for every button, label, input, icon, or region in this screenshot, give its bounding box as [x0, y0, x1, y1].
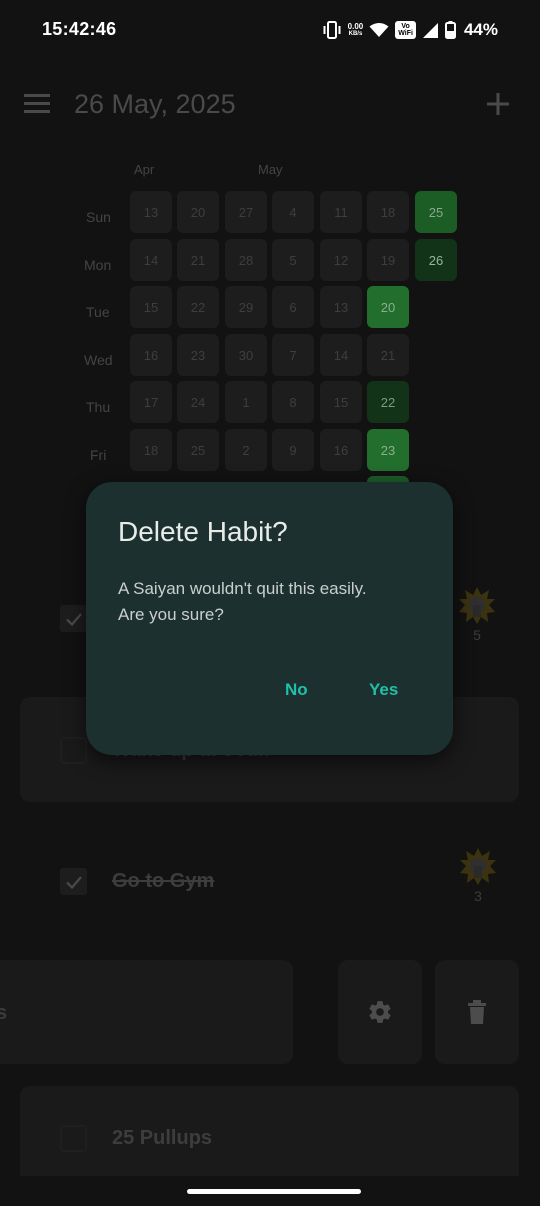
habit-label: Go to Gym	[112, 870, 215, 892]
heatmap-cell[interactable]: 14	[130, 239, 172, 281]
dialog-message: A Saiyan wouldn't quit this easily. Are …	[118, 576, 428, 628]
streak-count: 3	[474, 888, 482, 904]
streak-indicator: 5	[457, 585, 497, 643]
heatmap-cell[interactable]: 16	[320, 429, 362, 471]
heatmap-cell-done[interactable]: 25	[415, 191, 457, 233]
habit-checkbox[interactable]	[60, 737, 87, 764]
heatmap-cell[interactable]: 22	[177, 286, 219, 328]
heatmap-cell[interactable]: 23	[177, 334, 219, 376]
menu-icon[interactable]	[24, 93, 50, 115]
vowifi-bottom: WiFi	[398, 30, 413, 37]
wifi-icon	[369, 23, 389, 37]
vibrate-icon	[323, 21, 341, 39]
dialog-message-line: A Saiyan wouldn't quit this easily.	[118, 579, 367, 598]
gesture-nav-handle[interactable]	[187, 1189, 361, 1194]
super-saiyan-icon	[460, 848, 496, 885]
super-saiyan-icon	[459, 587, 495, 624]
habit-label: s	[0, 1002, 8, 1024]
heatmap-cell[interactable]: 6	[272, 286, 314, 328]
delete-habit-dialog: Delete Habit? A Saiyan wouldn't quit thi…	[86, 482, 453, 755]
signal-icon	[422, 22, 438, 38]
day-label: Thu	[86, 399, 111, 415]
heatmap-cell-done[interactable]: 22	[367, 381, 409, 423]
app-screen: 15:42:46 0.00 KB/s Vo WiFi 44% 26 May, 2…	[0, 0, 540, 1206]
heatmap-cell[interactable]: 17	[130, 381, 172, 423]
heatmap-cell[interactable]: 16	[130, 334, 172, 376]
habit-label: 25 Pullups	[112, 1127, 213, 1149]
check-icon	[65, 612, 82, 626]
heatmap-cell-today[interactable]: 26	[415, 239, 457, 281]
heatmap-cell[interactable]: 15	[320, 381, 362, 423]
battery-percent: 44%	[463, 20, 498, 39]
page-title: 26 May, 2025	[74, 89, 236, 119]
heatmap-cell[interactable]: 7	[272, 334, 314, 376]
habit-checkbox[interactable]	[60, 1125, 87, 1152]
day-label: Tue	[86, 304, 110, 320]
net-speed: 0.00 KB/s	[348, 22, 364, 38]
heatmap-cell[interactable]: 18	[130, 429, 172, 471]
heatmap-cell[interactable]: 27	[225, 191, 267, 233]
heatmap-cell[interactable]: 5	[272, 239, 314, 281]
yes-button[interactable]: Yes	[369, 680, 398, 700]
battery-icon	[444, 21, 456, 39]
add-icon[interactable]	[486, 92, 510, 116]
heatmap-cell[interactable]: 21	[177, 239, 219, 281]
heatmap-cell[interactable]: 14	[320, 334, 362, 376]
day-label: Mon	[84, 257, 112, 273]
heatmap-cell[interactable]: 13	[320, 286, 362, 328]
heatmap-cell[interactable]: 11	[320, 191, 362, 233]
habit-checkbox[interactable]	[60, 605, 87, 632]
streak-count: 5	[473, 627, 481, 643]
heatmap-cell[interactable]: 24	[177, 381, 219, 423]
heatmap-cell-done[interactable]: 23	[367, 429, 409, 471]
heatmap-cell[interactable]: 2	[225, 429, 267, 471]
status-bar: 15:42:46 0.00 KB/s Vo WiFi 44%	[0, 0, 540, 62]
net-speed-unit: KB/s	[348, 31, 363, 37]
trash-icon	[468, 1000, 486, 1024]
day-label: Sun	[86, 209, 111, 225]
habit-checkbox[interactable]	[60, 868, 87, 895]
app-bar: 26 May, 2025	[0, 62, 540, 148]
heatmap-cell[interactable]: 18	[367, 191, 409, 233]
heatmap-cell[interactable]: 13	[130, 191, 172, 233]
month-label: Apr	[134, 162, 155, 177]
heatmap-cell[interactable]: 12	[320, 239, 362, 281]
heatmap-cell[interactable]: 30	[225, 334, 267, 376]
check-icon	[65, 875, 82, 889]
net-speed-value: 0.00	[347, 22, 364, 31]
heatmap-cell[interactable]: 19	[367, 239, 409, 281]
day-label: Fri	[90, 447, 107, 463]
status-icons: 0.00 KB/s Vo WiFi 44%	[322, 20, 498, 40]
vowifi-badge: Vo WiFi	[395, 21, 416, 39]
heatmap-cell[interactable]: 29	[225, 286, 267, 328]
day-label: Wed	[84, 352, 113, 368]
heatmap-cell[interactable]: 9	[272, 429, 314, 471]
habit-card[interactable]: 25 Pullups	[20, 1086, 519, 1176]
heatmap-cell[interactable]: 1	[225, 381, 267, 423]
dialog-message-line: Are you sure?	[118, 605, 224, 624]
dialog-title: Delete Habit?	[118, 516, 288, 547]
heatmap-cell[interactable]: 28	[225, 239, 267, 281]
heatmap-cell-done[interactable]: 20	[367, 286, 409, 328]
gear-icon	[369, 1001, 391, 1023]
heatmap-cell[interactable]: 20	[177, 191, 219, 233]
habit-card-swiped[interactable]: s	[0, 960, 293, 1064]
habit-settings-button[interactable]	[338, 960, 422, 1064]
status-time: 15:42:46	[42, 19, 117, 39]
streak-indicator: 3	[458, 846, 498, 904]
heatmap-cell[interactable]: 15	[130, 286, 172, 328]
no-button[interactable]: No	[285, 680, 308, 700]
vowifi-top: Vo	[401, 23, 410, 30]
heatmap-cell[interactable]: 25	[177, 429, 219, 471]
heatmap-cell[interactable]: 8	[272, 381, 314, 423]
heatmap-cell[interactable]: 21	[367, 334, 409, 376]
habit-delete-button[interactable]	[435, 960, 519, 1064]
month-label: May	[258, 162, 283, 177]
heatmap-cell[interactable]: 4	[272, 191, 314, 233]
